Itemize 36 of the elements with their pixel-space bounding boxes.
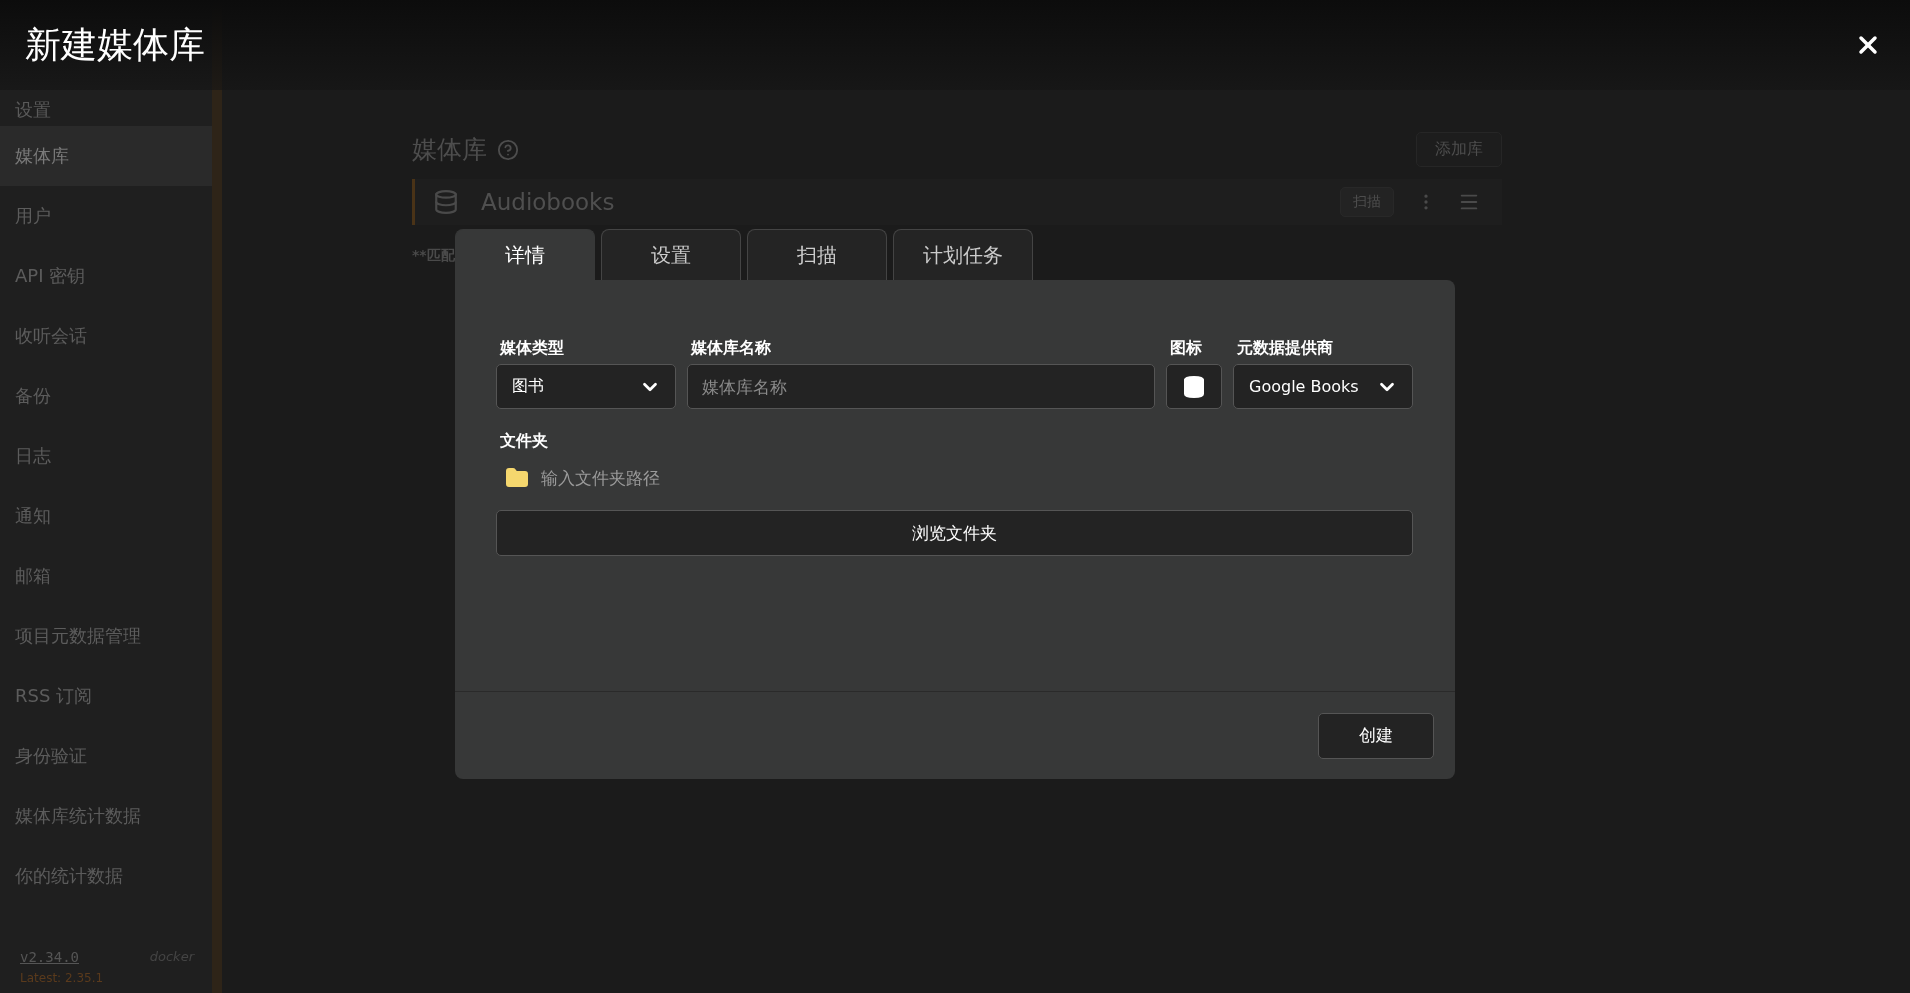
- tab[interactable]: 计划任务: [893, 229, 1033, 280]
- sidebar-item[interactable]: 日志: [0, 426, 212, 486]
- latest-version-label: Latest: 2.35.1: [20, 971, 105, 985]
- help-icon[interactable]: [497, 138, 519, 161]
- media-type-select[interactable]: 图书: [496, 364, 676, 409]
- sidebar-item[interactable]: 项目元数据管理: [0, 606, 212, 666]
- browse-folder-button[interactable]: 浏览文件夹: [496, 510, 1413, 556]
- database-icon: [433, 189, 459, 215]
- sidebar-item[interactable]: API 密钥: [0, 246, 212, 306]
- dialog-title: 新建媒体库: [25, 22, 205, 67]
- create-button[interactable]: 创建: [1318, 712, 1434, 759]
- sidebar-item[interactable]: 用户: [0, 186, 212, 246]
- sidebar-item[interactable]: 身份验证: [0, 726, 212, 786]
- sidebar-item[interactable]: 媒体库统计数据: [0, 786, 212, 846]
- tab[interactable]: 详情: [455, 229, 595, 280]
- sidebar-heading: 设置: [14, 98, 52, 122]
- field-label: 媒体类型: [498, 338, 565, 359]
- sidebar-item[interactable]: 你的统计数据: [0, 846, 212, 906]
- sidebar-item[interactable]: 媒体库: [0, 126, 212, 186]
- database-icon: [1182, 374, 1206, 399]
- library-name-input[interactable]: 媒体库名称: [687, 364, 1155, 409]
- sidebar-item[interactable]: RSS 订阅: [0, 666, 212, 726]
- field-label: 媒体库名称: [689, 338, 772, 359]
- field-label: 图标: [1169, 338, 1203, 359]
- tab[interactable]: 扫描: [747, 229, 887, 280]
- field-label: 元数据提供商: [1236, 338, 1334, 359]
- folder-path-input[interactable]: 输入文件夹路径: [539, 467, 939, 489]
- sidebar-item[interactable]: 收听会话: [0, 306, 212, 366]
- tab[interactable]: 设置: [601, 229, 741, 280]
- sidebar-item[interactable]: 邮箱: [0, 546, 212, 606]
- sidebar-item[interactable]: 通知: [0, 486, 212, 546]
- field-label: 文件夹: [499, 431, 549, 452]
- provider-select[interactable]: Google Books: [1233, 364, 1413, 409]
- sidebar-item[interactable]: 备份: [0, 366, 212, 426]
- icon-picker-button[interactable]: [1166, 364, 1222, 409]
- folder-icon: [505, 466, 529, 490]
